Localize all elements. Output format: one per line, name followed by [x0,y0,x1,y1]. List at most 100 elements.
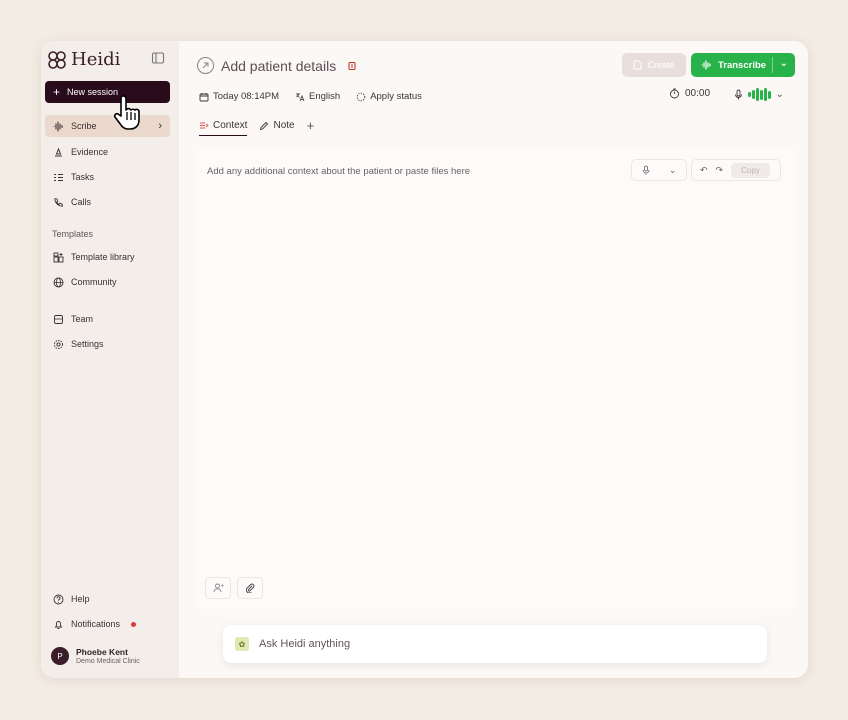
sidebar-item-label: Template library [71,252,135,262]
tab-bar: Context Note + [199,118,314,137]
user-name: Phoebe Kent [76,647,128,657]
new-session-label: New session [67,87,119,97]
date-selector[interactable]: Today 08:14PM [199,91,279,102]
sidebar-item-evidence[interactable]: Evidence [45,141,170,163]
transcribe-label: Transcribe [718,59,767,71]
pencil-icon [260,121,269,130]
tasks-icon [54,173,63,181]
waveform-icon [701,60,711,70]
undo-icon[interactable]: ↶ [700,165,708,176]
status-dashed-circle-icon [356,92,366,101]
sidebar-item-label: Scribe [71,121,97,131]
status-selector[interactable]: Apply status [356,91,422,102]
sidebar-item-label: Calls [71,197,92,207]
copy-button[interactable]: Copy [731,162,770,178]
hand-cursor-icon [113,95,140,130]
sidebar-item-calls[interactable]: Calls [45,191,170,213]
context-editor[interactable]: Add any additional context about the pat… [195,147,797,609]
sidebar-item-label: Tasks [71,172,95,182]
sidebar-item-template-library[interactable]: Template library [45,246,170,268]
calendar-icon [199,92,209,101]
sidebar-item-label: Settings [71,339,104,349]
sidebar-item-team[interactable]: Team [45,308,170,330]
audio-level-icon [748,88,771,101]
patient-icon[interactable] [197,57,214,74]
tab-label: Context [213,119,248,131]
editor-mic-dropdown[interactable]: ⌄ [631,159,687,181]
sidebar-item-label: Notifications [71,619,121,629]
help-icon [53,594,64,604]
divider [772,57,773,73]
user-org: Demo Medical Clinic [76,658,140,665]
tab-note[interactable]: Note [259,120,295,135]
transcribe-button[interactable]: Transcribe ⌄ [691,53,795,77]
heidi-logo-icon [48,50,66,69]
sidebar-item-help[interactable]: Help [45,588,170,610]
add-tab-button[interactable]: + [307,118,315,137]
sidebar: Heidi + New session Scribe › Evidence Ta… [41,41,179,678]
create-label: Create [647,60,675,70]
sidebar-item-label: Help [71,594,90,604]
sidebar-item-label: Evidence [71,147,109,157]
templates-heading: Templates [52,229,94,239]
microphone-icon [735,89,742,100]
logo[interactable]: Heidi [47,49,120,70]
sidebar-collapse-icon[interactable] [151,51,165,65]
chevron-down-icon[interactable]: ⌄ [776,89,784,100]
phone-icon [54,197,64,206]
create-button[interactable]: Create [622,53,686,77]
sidebar-item-settings[interactable]: Settings [45,333,170,355]
add-person-icon [213,583,223,593]
title-row: Add patient details [197,57,357,74]
stopwatch-icon [670,88,679,99]
waveform-icon [53,120,63,132]
translate-icon [296,92,305,101]
microphone-icon [642,165,650,175]
ask-placeholder: Ask Heidi anything [259,638,351,650]
editor-bottom-tools [205,577,263,599]
new-session-button[interactable]: + New session [45,81,170,103]
avatar: P [51,647,69,665]
ask-heidi-input[interactable]: ✿ Ask Heidi anything [223,625,767,663]
user-profile[interactable]: P Phoebe Kent Demo Medical Clinic [51,647,140,665]
sidebar-item-label: Team [71,314,94,324]
heidi-logo-icon: ✿ [235,637,249,651]
red-flag-icon [348,61,356,70]
gear-icon [54,339,63,349]
tab-context[interactable]: Context [199,119,248,136]
chevron-right-icon: › [158,120,162,132]
sidebar-item-community[interactable]: Community [45,271,170,293]
sidebar-item-scribe[interactable]: Scribe › [45,115,170,137]
context-icon [200,122,209,128]
language-label: English [309,91,341,102]
sidebar-item-tasks[interactable]: Tasks [45,166,170,188]
bell-icon [54,620,63,629]
redo-icon[interactable]: ↷ [716,165,724,176]
notification-dot [131,621,137,627]
status-label: Apply status [370,91,422,102]
timer-value: 00:00 [685,88,711,99]
editor-placeholder: Add any additional context about the pat… [207,166,471,177]
chevron-down-icon: ⌄ [668,164,677,175]
date-label: Today 08:14PM [213,91,280,102]
tab-label: Note [273,120,295,131]
sidebar-item-label: Community [71,277,117,287]
document-icon [634,60,642,70]
globe-icon [53,277,64,287]
session-timer: 00:00 [669,88,710,99]
editor-actions: ↶ ↷ Copy [691,159,781,181]
app-window: Heidi + New session Scribe › Evidence Ta… [41,41,808,678]
paperclip-icon [245,583,255,593]
attach-button[interactable] [237,577,263,599]
microphone-selector[interactable]: ⌄ [734,88,784,101]
library-icon [53,252,64,262]
add-person-button[interactable] [205,577,231,599]
sidebar-item-notifications[interactable]: Notifications [45,613,170,635]
logo-text: Heidi [71,49,121,70]
team-icon [54,314,63,324]
chevron-down-icon[interactable]: ⌄ [780,58,788,69]
page-title[interactable]: Add patient details [221,58,336,74]
main-panel: Add patient details Create Transcribe ⌄ … [179,41,808,678]
language-selector[interactable]: English [295,91,340,102]
session-meta: Today 08:14PM English Apply status [199,91,422,102]
